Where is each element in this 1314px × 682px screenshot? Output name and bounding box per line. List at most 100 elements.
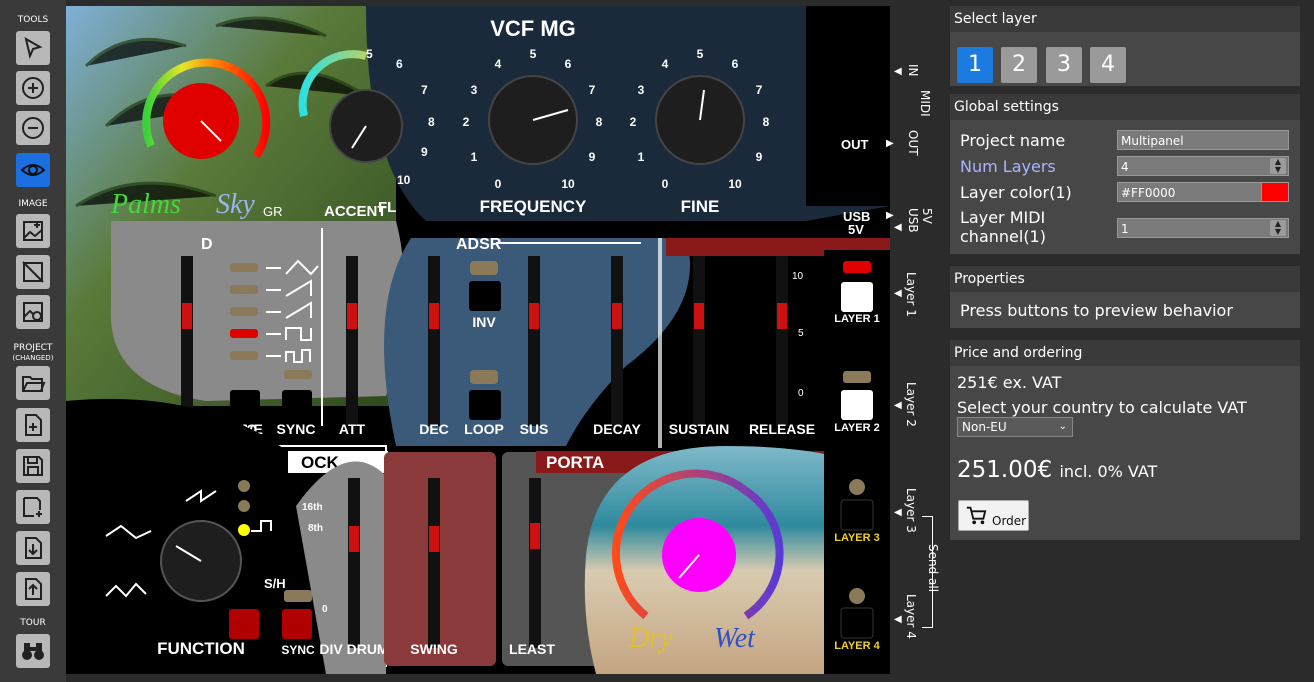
open-project-button[interactable] (16, 366, 50, 400)
new-project-button[interactable] (16, 408, 50, 442)
porta-slider[interactable] (529, 478, 541, 648)
layer-select-1[interactable]: 1 (957, 47, 993, 83)
fine-knob[interactable] (655, 75, 745, 165)
div-drum-slider[interactable] (348, 478, 360, 648)
remove-image-button[interactable] (16, 255, 50, 289)
svg-text:2: 2 (463, 115, 470, 129)
layer-2-button[interactable] (841, 371, 873, 420)
layer-2-arrow-icon[interactable]: ◀ (894, 400, 902, 411)
decay-slider[interactable] (611, 256, 623, 426)
layer-4-arrow-icon[interactable]: ◀ (894, 614, 902, 625)
properties-title: Properties (950, 266, 1300, 292)
image-settings-icon (23, 302, 43, 322)
zoom-out-button[interactable] (16, 111, 50, 145)
properties-hint: Press buttons to preview behavior (960, 301, 1233, 320)
layer-select-2[interactable]: 2 (1001, 47, 1037, 83)
image-add-icon (23, 221, 43, 241)
svg-text:7: 7 (589, 83, 596, 97)
num-layers-input[interactable]: 4 ▲ ▼ (1117, 156, 1289, 176)
layer-color-swatch[interactable] (1261, 182, 1289, 202)
lfo-fragment-label: D (201, 236, 213, 253)
lfo-wave-button[interactable] (230, 390, 260, 420)
dec-slider[interactable] (428, 256, 440, 426)
layer-2-side-label: Layer 2 (904, 382, 918, 427)
order-button[interactable]: Order (958, 500, 1029, 531)
preview-eye-button[interactable] (16, 153, 50, 187)
tour-button[interactable] (16, 634, 50, 668)
layer-midi-stepper[interactable]: ▲ ▼ (1270, 220, 1286, 236)
zoom-in-icon (22, 77, 44, 99)
panel-canvas[interactable]: VCF MG 5 6 7 8 9 10 ACCENT FL 0 1 2 3 4 (66, 6, 890, 674)
lfo-rate-slider[interactable] (181, 256, 193, 426)
5v-arrow-icon[interactable]: ◀ (894, 222, 902, 233)
export-button[interactable] (16, 572, 50, 606)
svg-text:5: 5 (530, 47, 537, 61)
layer-midi-channel-input[interactable]: 1 ▲ ▼ (1117, 218, 1289, 238)
pointer-icon (24, 36, 43, 60)
midi-port-strip: ◀ IN MIDI ▶ OUT ▶ ◀ USB 5V ◀ Layer 1 ◀ L… (886, 0, 950, 682)
send-all-label[interactable]: Send all (926, 544, 940, 592)
select-layer-title: Select layer (950, 6, 1300, 32)
layer-1-arrow-icon[interactable]: ◀ (894, 288, 902, 299)
num-layers-label: Num Layers (960, 157, 1056, 176)
save-icon (23, 456, 43, 476)
save-as-icon (23, 497, 42, 517)
sus-slider[interactable] (528, 256, 540, 426)
clock-sync-button[interactable] (282, 609, 312, 639)
price-ordering-title: Price and ordering (950, 340, 1300, 366)
clock-function-button[interactable] (229, 609, 259, 639)
svg-text:1: 1 (638, 150, 645, 164)
country-select[interactable]: Non-EU ⌄ (957, 417, 1073, 437)
sustain-slider[interactable] (693, 256, 705, 426)
midi-out-arrow-icon[interactable]: ▶ (886, 138, 894, 149)
svg-text:9: 9 (756, 150, 763, 164)
num-layers-stepper[interactable]: ▲ ▼ (1270, 158, 1286, 174)
svg-text:10: 10 (561, 177, 575, 191)
layer-midi-channel-label: Layer MIDI channel(1) (960, 208, 1046, 246)
swing-slider[interactable] (428, 478, 440, 648)
accent-suffix: FL (378, 199, 396, 216)
layer-1-button[interactable] (841, 261, 873, 312)
add-image-button[interactable] (16, 214, 50, 248)
midi-in-arrow-icon[interactable]: ◀ (894, 66, 902, 77)
image-settings-button[interactable] (16, 295, 50, 329)
att-slider[interactable] (346, 256, 358, 426)
save-project-button[interactable] (16, 449, 50, 483)
inv-button[interactable] (469, 281, 501, 311)
clock-function-knob[interactable] (160, 520, 242, 602)
total-price: 251.00€ incl. 0% VAT (957, 457, 1157, 483)
frequency-knob[interactable] (488, 75, 578, 165)
loop-button[interactable] (469, 390, 501, 420)
tour-section-title: TOUR (20, 618, 46, 628)
svg-text:5: 5 (697, 47, 704, 61)
sustain-label: SUSTAIN (669, 421, 729, 437)
inv-led (470, 261, 498, 275)
new-file-icon (25, 414, 42, 436)
layer-select-4[interactable]: 4 (1090, 47, 1126, 83)
project-name-input[interactable]: Multipanel (1117, 130, 1289, 150)
layer-color-input[interactable]: #FF0000 (1117, 182, 1262, 202)
layer-3-arrow-icon[interactable]: ◀ (894, 507, 902, 518)
zoom-in-button[interactable] (16, 71, 50, 105)
svg-text:3: 3 (471, 83, 478, 97)
svg-text:3: 3 (638, 83, 645, 97)
usb-port-label: USB (906, 208, 920, 233)
5v-port-label: 5V (920, 208, 934, 224)
dec-label: DEC (419, 421, 449, 437)
svg-text:8: 8 (428, 115, 435, 129)
layer-select-3[interactable]: 3 (1046, 47, 1082, 83)
lfo-sync-button[interactable] (282, 390, 312, 420)
project-title-text: PROJECT (13, 343, 53, 353)
chevron-down-icon: ⌄ (1058, 421, 1067, 432)
save-as-button[interactable] (16, 490, 50, 524)
swing-label: SWING (410, 641, 458, 657)
layer-midi-channel-value: 1 (1121, 222, 1129, 236)
sync-label: SYNC (277, 421, 316, 437)
svg-text:8th: 8th (308, 523, 323, 534)
import-button[interactable] (16, 531, 50, 565)
release-slider[interactable] (776, 256, 788, 426)
pointer-tool-button[interactable] (16, 31, 50, 65)
usb-arrow-icon[interactable]: ▶ (886, 210, 894, 221)
midi-label: MIDI (918, 90, 932, 117)
country-selected-value: Non-EU (962, 420, 1007, 434)
